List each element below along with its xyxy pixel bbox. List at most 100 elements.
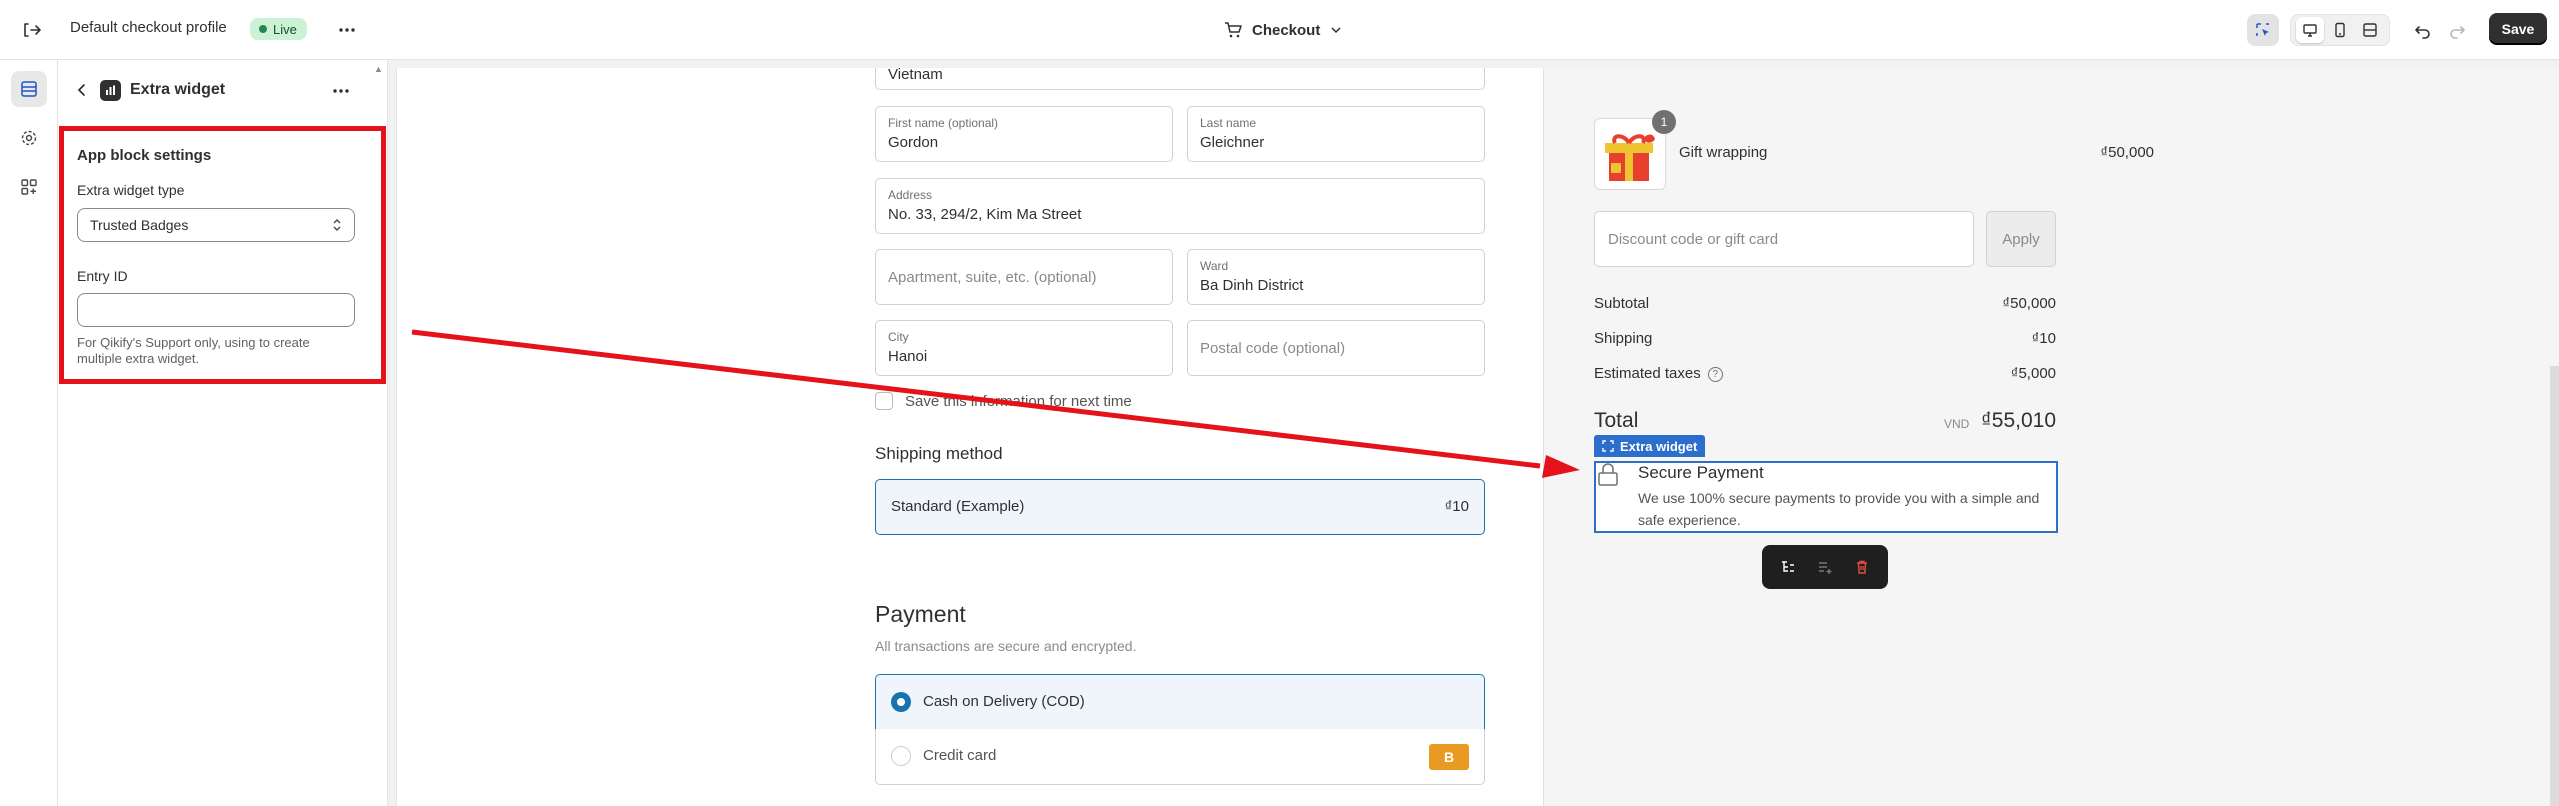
country-value: Vietnam (888, 68, 943, 83)
inspector-button[interactable] (2247, 14, 2279, 46)
discount-code-input[interactable]: Discount code or gift card (1594, 211, 1974, 267)
widget-description: We use 100% secure payments to provide y… (1638, 490, 2040, 528)
widget-type-select[interactable]: Trusted Badges (77, 208, 355, 242)
apps-icon (21, 179, 37, 195)
scrollbar[interactable] (2550, 366, 2559, 806)
cursor-select-icon (2256, 23, 2269, 36)
tree-indent-icon (1782, 561, 1795, 572)
shipping-option-name: Standard (Example) (891, 498, 1025, 515)
postal-code-field[interactable]: Postal code (optional) (1187, 320, 1485, 376)
live-badge: Live (250, 18, 307, 40)
apps-button[interactable] (11, 169, 47, 205)
subtotal-row: Subtotal ₫50,000 (1594, 295, 2056, 312)
payment-option-credit-card[interactable]: Credit card B (875, 729, 1485, 785)
page-selector[interactable]: Checkout (1224, 17, 1342, 43)
more-actions-icon[interactable] (334, 17, 360, 43)
entry-id-help: For Qikify's Support only, using to crea… (77, 335, 310, 366)
duplicate-icon (1818, 562, 1832, 574)
payment-subtitle: All transactions are secure and encrypte… (875, 638, 1137, 654)
settings-heading: App block settings (77, 147, 212, 164)
cart-icon (1225, 22, 1242, 38)
sections-icon (21, 81, 37, 97)
more-actions-icon[interactable] (328, 78, 354, 104)
save-info-checkbox-row[interactable]: Save this information for next time (875, 392, 1132, 410)
app-block-icon (100, 80, 121, 101)
duplicate-block-button[interactable] (1811, 553, 1839, 581)
sections-button[interactable] (11, 71, 47, 107)
block-select-icon (1602, 440, 1614, 452)
save-info-checkbox[interactable] (875, 392, 893, 410)
scroll-up-icon[interactable]: ▲ (374, 64, 383, 74)
desktop-icon (2303, 24, 2317, 37)
select-caret-icon (333, 219, 341, 231)
delete-block-button[interactable] (1848, 553, 1876, 581)
shipping-value: ₫10 (2031, 330, 2056, 347)
checkout-preview: Vietnam First name (optional) Gordon Las… (396, 68, 2559, 806)
first-name-label: First name (optional) (888, 116, 999, 130)
line-item-price: ₫50,000 (2100, 144, 2154, 161)
extra-widget-tag-label: Extra widget (1620, 438, 1698, 454)
discount-placeholder: Discount code or gift card (1608, 230, 1779, 248)
payment-option-cod[interactable]: Cash on Delivery (COD) (875, 674, 1485, 730)
taxes-row: Estimated taxes? ₫5,000 (1594, 365, 2056, 382)
apartment-placeholder: Apartment, suite, etc. (optional) (888, 269, 1097, 286)
lock-icon (1596, 463, 1620, 487)
first-name-field[interactable]: First name (optional) Gordon (875, 106, 1173, 162)
gear-icon (21, 130, 37, 146)
shipping-method-title: Shipping method (875, 444, 1003, 463)
move-block-button[interactable] (1774, 553, 1802, 581)
save-info-label: Save this information for next time (905, 392, 1132, 410)
radio-unselected[interactable] (891, 746, 911, 766)
entry-id-input[interactable] (77, 293, 355, 327)
mobile-view-button[interactable] (2326, 17, 2354, 43)
extra-widget-block[interactable]: Secure Payment We use 100% secure paymen… (1594, 461, 2058, 533)
taxes-label: Estimated taxes (1594, 365, 1701, 382)
device-switcher (2290, 14, 2390, 46)
desktop-view-button[interactable] (2296, 17, 2324, 43)
app-block-settings-highlight: App block settings Extra widget type Tru… (59, 126, 386, 384)
radio-selected[interactable] (891, 692, 911, 712)
undo-icon[interactable] (2410, 17, 2436, 43)
total-currency: VND (1944, 417, 1970, 431)
apartment-field[interactable]: Apartment, suite, etc. (optional) (875, 249, 1173, 305)
shipping-row: Shipping ₫10 (1594, 330, 2056, 347)
apply-button[interactable]: Apply (1986, 211, 2056, 267)
last-name-label: Last name (1200, 116, 1257, 130)
widget-type-label: Extra widget type (77, 182, 185, 198)
taxes-value: ₫5,000 (2010, 365, 2056, 382)
panel-header: Extra widget ▲ (58, 60, 388, 120)
line-item-name: Gift wrapping (1679, 144, 1768, 161)
extra-widget-tag[interactable]: Extra widget (1594, 435, 1706, 457)
order-summary: 1 Gift wrapping ₫50,000 Discount code or… (1543, 68, 2559, 806)
country-field[interactable]: Vietnam (875, 68, 1485, 90)
status-dot-icon (259, 25, 267, 33)
shipping-option-price: ₫10 (1444, 498, 1469, 515)
entry-id-label: Entry ID (77, 268, 128, 284)
redo-icon[interactable] (2444, 17, 2470, 43)
payment-option-label: Credit card (923, 747, 997, 764)
payment-option-label: Cash on Delivery (COD) (923, 693, 1085, 710)
address-field[interactable]: Address No. 33, 294/2, Kim Ma Street (875, 178, 1485, 234)
quantity-badge: 1 (1652, 110, 1676, 134)
widget-title: Secure Payment (1638, 463, 1764, 482)
save-button[interactable]: Save (2489, 13, 2547, 45)
shipping-option[interactable]: Standard (Example) ₫10 (875, 479, 1485, 535)
fullscreen-view-button[interactable] (2356, 17, 2384, 43)
icon-rail (0, 60, 58, 806)
trash-icon (1856, 560, 1867, 574)
ward-value: Ba Dinh District (1200, 277, 1304, 294)
theme-settings-button[interactable] (11, 120, 47, 156)
city-field[interactable]: City Hanoi (875, 320, 1173, 376)
total-value: ₫55,010 (1980, 409, 2056, 432)
block-toolbar (1762, 545, 1888, 589)
ward-field[interactable]: Ward Ba Dinh District (1187, 249, 1485, 305)
info-icon[interactable]: ? (1707, 367, 1723, 382)
theme-title: Default checkout profile (70, 19, 227, 36)
widget-type-value: Trusted Badges (90, 217, 189, 233)
postal-code-placeholder: Postal code (optional) (1200, 340, 1346, 357)
fullwidth-icon (2363, 23, 2377, 37)
last-name-field[interactable]: Last name Gleichner (1187, 106, 1485, 162)
exit-icon[interactable] (18, 17, 44, 43)
page-selector-label: Checkout (1252, 21, 1321, 39)
back-icon[interactable] (70, 78, 94, 102)
